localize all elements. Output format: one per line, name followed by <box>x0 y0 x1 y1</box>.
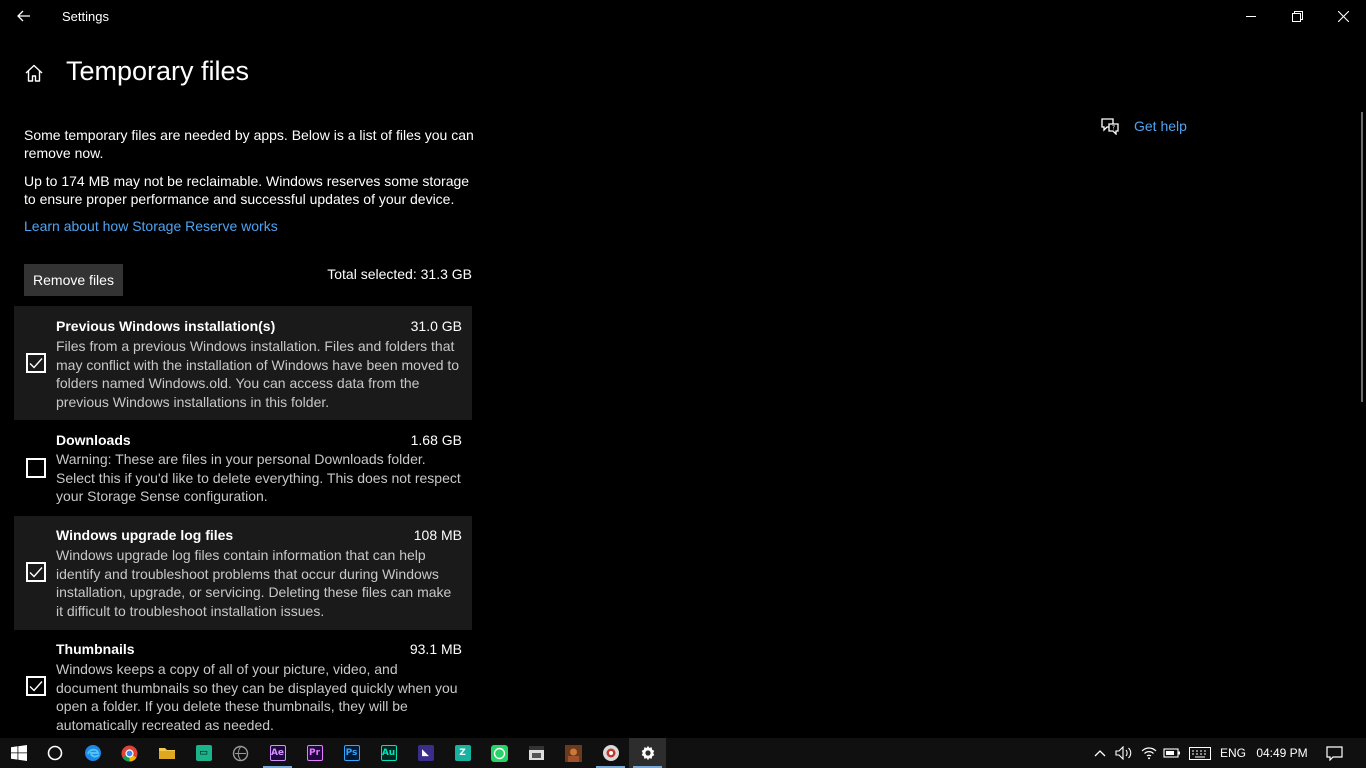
taskbar-app-gray[interactable] <box>222 738 259 768</box>
list-item-downloads[interactable]: Downloads 1.68 GB Warning: These are fil… <box>14 420 472 516</box>
taskbar-app-circle[interactable] <box>592 738 629 768</box>
clock[interactable]: 04:49 PM <box>1252 738 1312 768</box>
item-description: Windows keeps a copy of all of your pict… <box>56 661 458 733</box>
checkbox[interactable] <box>26 562 46 582</box>
reserve-text: Up to 174 MB may not be reclaimable. Win… <box>24 173 470 207</box>
item-size: 108 MB <box>413 527 462 543</box>
list-item-upgrade-logs[interactable]: Windows upgrade log files 108 MB Windows… <box>14 516 472 630</box>
taskbar-app-image[interactable] <box>555 738 592 768</box>
taskbar-app-purple[interactable]: ◣ <box>407 738 444 768</box>
item-name: Thumbnails <box>56 641 135 657</box>
checkmark-icon <box>29 358 43 369</box>
window-title: Settings <box>62 9 109 24</box>
volume-button[interactable] <box>1113 738 1135 768</box>
speaker-icon <box>1115 746 1132 760</box>
taskbar-whatsapp[interactable] <box>481 738 518 768</box>
start-button[interactable] <box>0 738 37 768</box>
back-arrow-icon <box>17 10 30 22</box>
title-bar: Settings <box>0 0 1366 32</box>
battery-icon <box>1163 748 1180 758</box>
item-size: 31.0 GB <box>410 318 462 334</box>
touch-keyboard-button[interactable] <box>1186 738 1214 768</box>
item-description: Windows upgrade log files contain inform… <box>56 547 452 619</box>
taskbar-edge[interactable] <box>74 738 111 768</box>
item-name: Windows upgrade log files <box>56 527 234 543</box>
show-hidden-icons-button[interactable] <box>1090 738 1110 768</box>
taskbar-app-teal[interactable]: Z <box>444 738 481 768</box>
after-effects-icon: Ae <box>269 745 286 761</box>
back-button[interactable] <box>8 4 40 28</box>
taskbar-app-green[interactable]: ▭ <box>185 738 222 768</box>
edge-icon <box>84 745 101 761</box>
cortana-circle-icon <box>47 745 62 761</box>
home-icon <box>25 64 43 82</box>
minimize-button[interactable] <box>1228 0 1274 32</box>
language-indicator[interactable]: ENG <box>1217 738 1249 768</box>
get-help-link[interactable]: Get help <box>1134 118 1187 134</box>
scrollbar[interactable] <box>1361 112 1363 402</box>
premiere-icon: Pr <box>306 745 323 761</box>
storage-reserve-link[interactable]: Learn about how Storage Reserve works <box>24 218 278 234</box>
gear-icon <box>641 745 654 761</box>
item-size: 1.68 GB <box>410 432 462 448</box>
search-button[interactable] <box>36 738 73 768</box>
item-name: Previous Windows installation(s) <box>56 318 276 334</box>
app-green-icon: ▭ <box>195 745 212 761</box>
intro-text: Some temporary files are needed by apps.… <box>24 127 474 161</box>
checkbox[interactable] <box>26 676 46 696</box>
restore-button[interactable] <box>1274 0 1320 32</box>
svg-text:?: ? <box>1112 125 1115 132</box>
network-button[interactable] <box>1138 738 1160 768</box>
app-dark-icon <box>529 745 544 760</box>
checkmark-icon <box>29 681 43 692</box>
battery-button[interactable] <box>1161 738 1183 768</box>
photoshop-icon: Ps <box>343 745 360 761</box>
app-gray-icon <box>232 745 249 761</box>
chrome-icon <box>121 745 138 762</box>
item-name: Downloads <box>56 432 131 448</box>
action-center-button[interactable] <box>1320 738 1348 768</box>
minimize-icon <box>1246 16 1256 17</box>
list-item-thumbnails[interactable]: Thumbnails 93.1 MB Windows keeps a copy … <box>14 630 472 738</box>
wifi-icon <box>1141 747 1157 760</box>
app-image-icon <box>565 744 582 762</box>
folder-icon <box>158 748 175 759</box>
list-item-previous-windows[interactable]: Previous Windows installation(s) 31.0 GB… <box>14 306 472 420</box>
taskbar-after-effects[interactable]: Ae <box>259 738 296 768</box>
checkbox[interactable] <box>26 353 46 373</box>
remove-files-button[interactable]: Remove files <box>24 264 123 296</box>
taskbar-app-dark[interactable] <box>518 738 555 768</box>
close-button[interactable] <box>1320 0 1366 32</box>
item-size: 93.1 MB <box>409 641 462 657</box>
taskbar-chrome[interactable] <box>111 738 148 768</box>
taskbar-photoshop[interactable]: Ps <box>333 738 370 768</box>
notification-icon <box>1325 745 1343 761</box>
taskbar-premiere[interactable]: Pr <box>296 738 333 768</box>
app-circle-icon <box>602 745 619 761</box>
item-description: Files from a previous Windows installati… <box>56 338 460 410</box>
total-selected-label: Total selected: 31.3 GB <box>327 266 472 282</box>
help-chat-icon[interactable]: ? <box>1100 117 1120 135</box>
app-teal-icon: Z <box>454 745 471 761</box>
restore-icon <box>1291 10 1303 22</box>
taskbar-file-explorer[interactable] <box>148 738 185 768</box>
page-title: Temporary files <box>66 56 250 86</box>
home-button[interactable] <box>22 60 46 86</box>
checkbox[interactable] <box>26 458 46 478</box>
whatsapp-icon <box>491 744 508 762</box>
taskbar: ▭ Ae Pr Ps Au ◣ Z ENG 04:49 PM <box>0 738 1366 768</box>
item-description: Warning: These are files in your persona… <box>56 451 461 504</box>
keyboard-icon <box>1189 746 1211 760</box>
app-purple-icon: ◣ <box>417 745 434 761</box>
checkmark-icon <box>29 567 43 578</box>
close-icon <box>1337 10 1349 22</box>
windows-logo-icon <box>10 745 27 761</box>
audition-icon: Au <box>380 745 397 761</box>
taskbar-audition[interactable]: Au <box>370 738 407 768</box>
chevron-up-icon <box>1094 750 1106 757</box>
taskbar-settings[interactable] <box>629 738 666 768</box>
